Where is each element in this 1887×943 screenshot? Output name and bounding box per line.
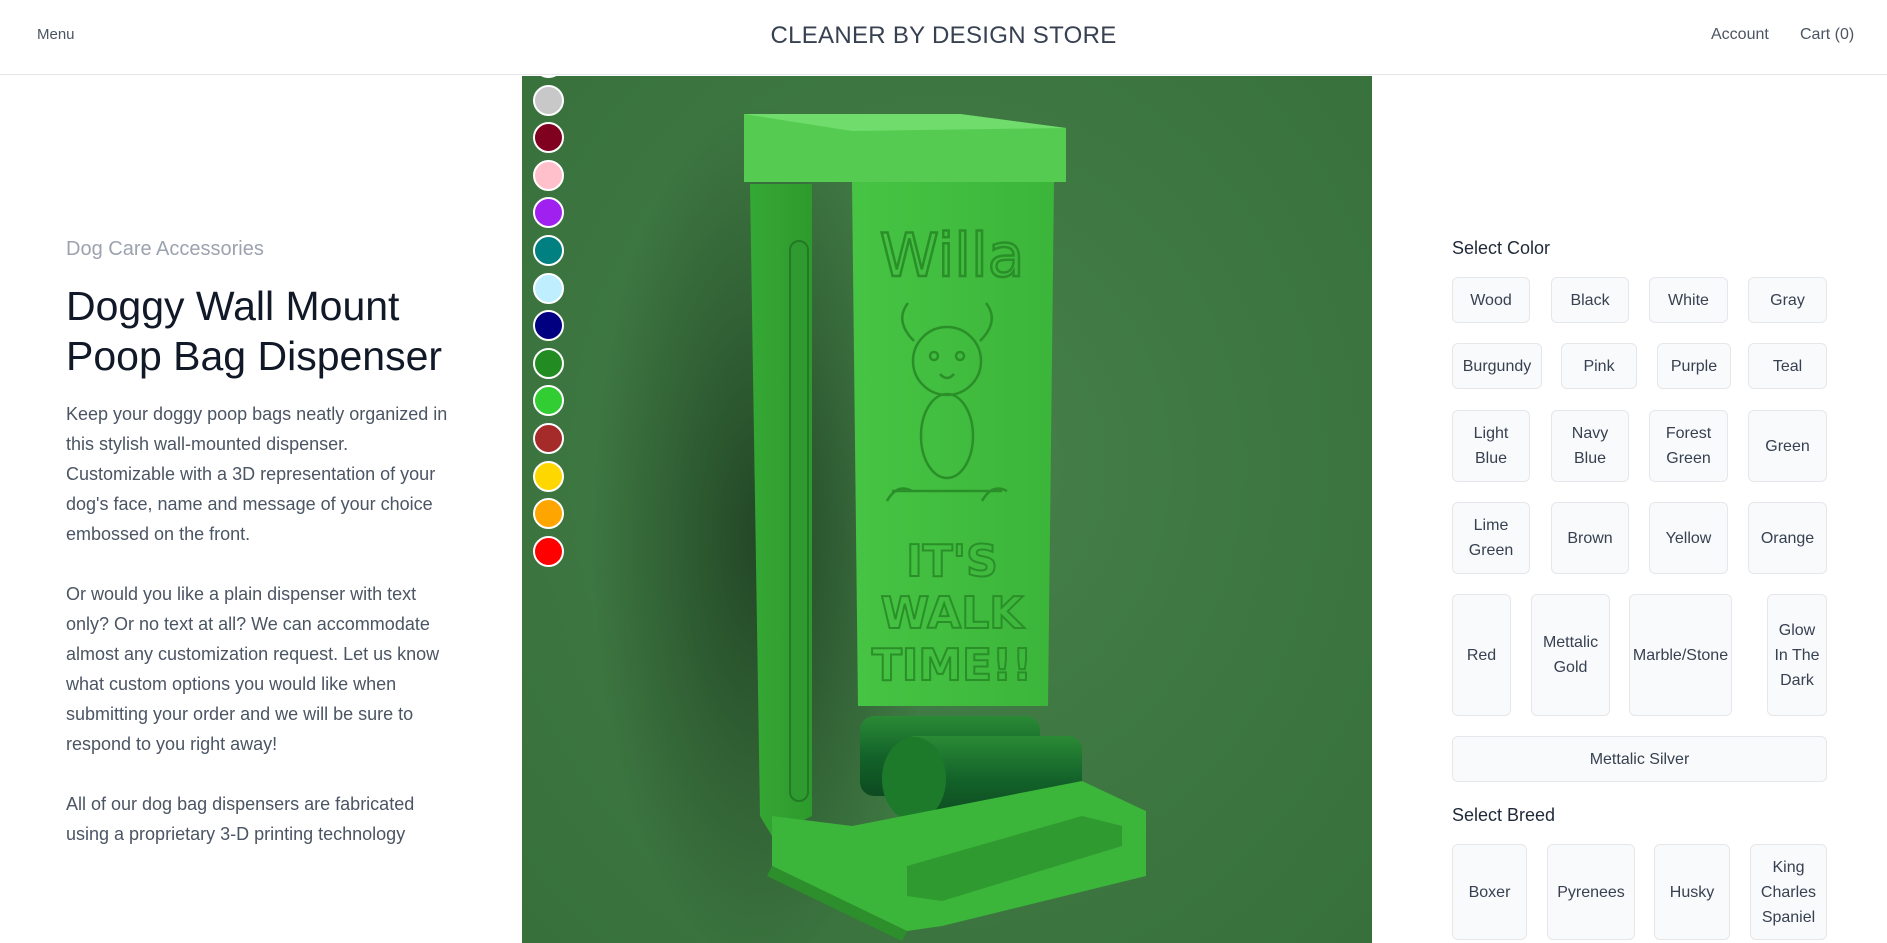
color-option-button[interactable]: Green bbox=[1748, 410, 1827, 482]
top-header: Menu CLEANER BY DESIGN STORE Account Car… bbox=[0, 0, 1887, 75]
color-swatch[interactable] bbox=[533, 460, 564, 492]
select-color-label: Select Color bbox=[1452, 238, 1551, 258]
color-swatch[interactable] bbox=[533, 272, 564, 304]
breed-option-button[interactable]: Husky bbox=[1654, 844, 1730, 940]
description-paragraph: Or would you like a plain dispenser with… bbox=[66, 584, 440, 754]
color-swatch[interactable] bbox=[533, 310, 564, 342]
roll-end bbox=[882, 737, 946, 821]
color-swatch[interactable] bbox=[533, 234, 564, 266]
color-swatch[interactable] bbox=[533, 535, 564, 567]
color-option-button[interactable]: Mettalic Gold bbox=[1531, 594, 1610, 716]
breed-option-button[interactable]: King Charles Spaniel bbox=[1750, 844, 1827, 940]
product-info: Dog Care Accessories Doggy Wall Mount Po… bbox=[66, 238, 451, 849]
dispenser-illustration: Willa IT'S WALK TIME!! bbox=[592, 106, 1146, 943]
product-category[interactable]: Dog Care Accessories bbox=[66, 238, 451, 261]
color-option-button[interactable]: Light Blue bbox=[1452, 410, 1530, 482]
color-swatch[interactable] bbox=[533, 347, 564, 379]
breed-option-button[interactable]: Pyrenees bbox=[1547, 844, 1635, 940]
color-option-button[interactable]: Burgundy bbox=[1452, 343, 1542, 389]
color-swatch[interactable] bbox=[533, 197, 564, 229]
engraved-message-line: IT'S bbox=[906, 536, 998, 587]
color-option-button[interactable]: Navy Blue bbox=[1551, 410, 1629, 482]
product-title: Doggy Wall Mount Poop Bag Dispenser bbox=[66, 283, 443, 379]
color-swatch[interactable] bbox=[533, 76, 564, 78]
color-option-button[interactable]: Pink bbox=[1561, 343, 1637, 389]
color-option-button[interactable]: Black bbox=[1551, 277, 1629, 323]
color-swatch-list bbox=[533, 76, 564, 573]
color-option-button[interactable]: Marble/Stone bbox=[1629, 594, 1732, 716]
color-option-button[interactable]: Lime Green bbox=[1452, 502, 1530, 574]
color-option-button[interactable]: White bbox=[1649, 277, 1728, 323]
engraved-message-line: TIME!! bbox=[872, 640, 1032, 691]
product-image[interactable]: Willa IT'S WALK TIME!! bbox=[522, 76, 1372, 943]
product-description: Keep your doggy poop bags neatly organiz… bbox=[66, 399, 451, 849]
color-option-button[interactable]: Yellow bbox=[1649, 502, 1728, 574]
color-swatch[interactable] bbox=[533, 122, 564, 154]
color-swatch[interactable] bbox=[533, 84, 564, 116]
store-brand[interactable]: CLEANER BY DESIGN STORE bbox=[0, 22, 1887, 50]
select-breed-label: Select Breed bbox=[1452, 805, 1556, 825]
color-swatch[interactable] bbox=[533, 159, 564, 191]
color-option-button[interactable]: Glow In The Dark bbox=[1767, 594, 1827, 716]
color-option-button[interactable]: Brown bbox=[1551, 502, 1629, 574]
color-option-button[interactable]: Orange bbox=[1748, 502, 1827, 574]
color-swatch[interactable] bbox=[533, 498, 564, 530]
color-option-button[interactable]: Red bbox=[1452, 594, 1511, 716]
description-paragraph: All of our dog bag dispensers are fabric… bbox=[66, 794, 415, 844]
color-option-button[interactable]: Teal bbox=[1748, 343, 1827, 389]
engraved-message-line: WALK bbox=[881, 588, 1026, 639]
breed-option-button[interactable]: Boxer bbox=[1452, 844, 1527, 940]
color-option-button[interactable]: Wood bbox=[1452, 277, 1530, 323]
account-link[interactable]: Account bbox=[1711, 26, 1769, 44]
color-option-button[interactable]: Purple bbox=[1657, 343, 1731, 389]
color-option-button[interactable]: Mettalic Silver bbox=[1452, 736, 1827, 782]
engraved-name: Willa bbox=[880, 221, 1025, 291]
color-swatch[interactable] bbox=[533, 385, 564, 417]
color-option-button[interactable]: Gray bbox=[1748, 277, 1827, 323]
description-paragraph: Keep your doggy poop bags neatly organiz… bbox=[66, 404, 448, 544]
side-slot bbox=[789, 240, 809, 802]
cart-link[interactable]: Cart (0) bbox=[1800, 26, 1854, 44]
color-option-button[interactable]: Forest Green bbox=[1649, 410, 1728, 482]
color-swatch[interactable] bbox=[533, 422, 564, 454]
